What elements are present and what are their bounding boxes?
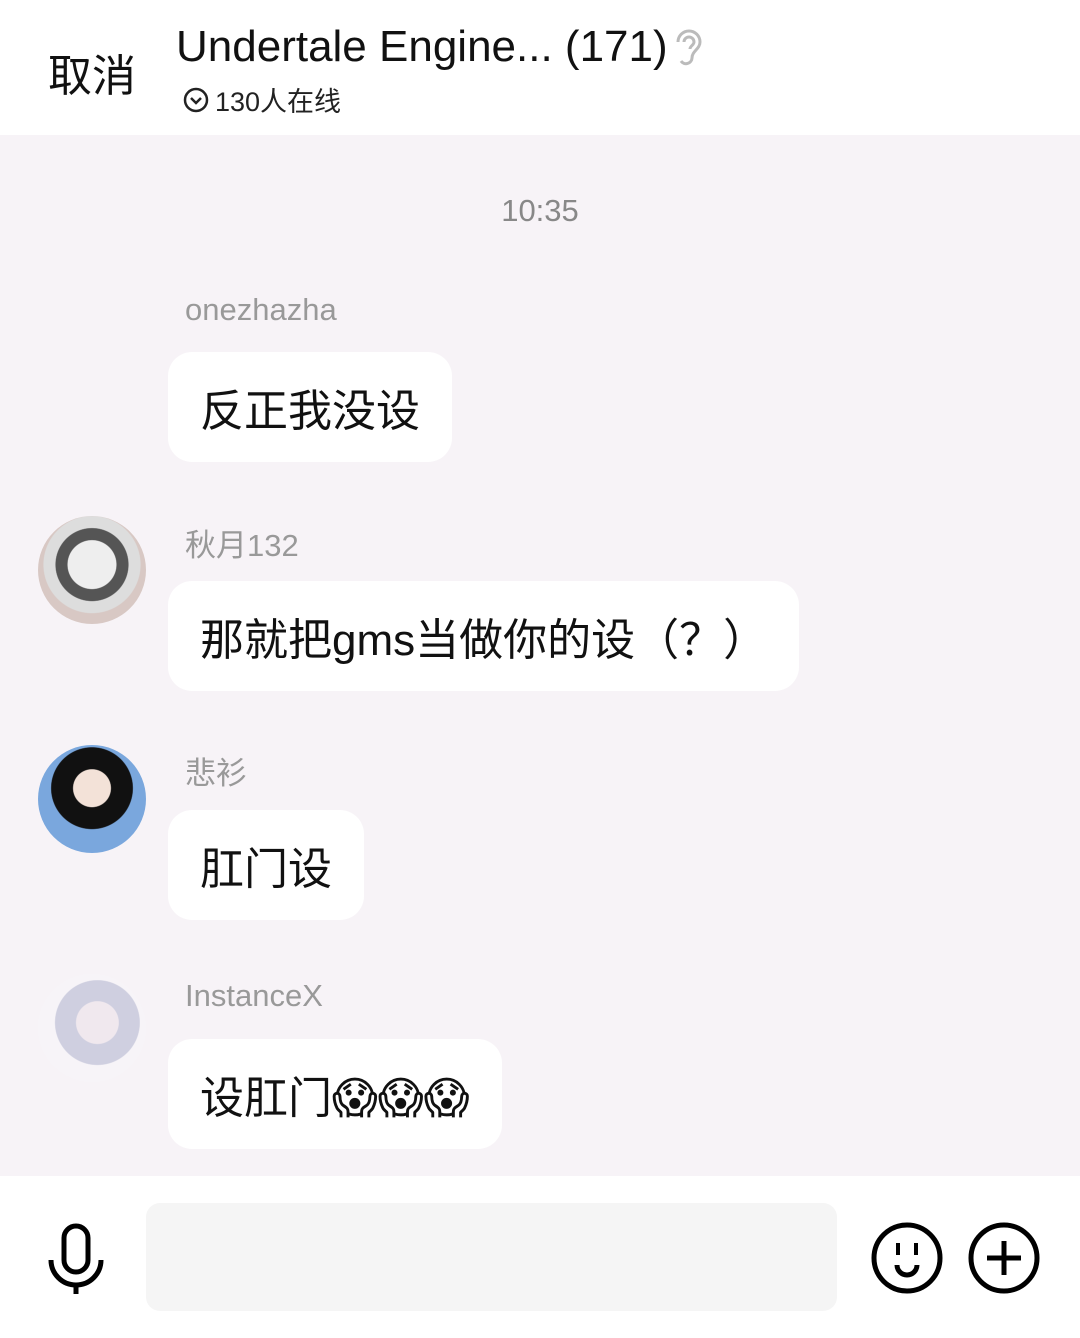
ear-icon[interactable] (670, 26, 706, 68)
timestamp: 10:35 (501, 193, 579, 228)
message-input[interactable] (146, 1203, 837, 1311)
chevron-down-circle-icon (183, 87, 209, 112)
group-title[interactable]: Undertale Engine... (171) (176, 22, 668, 72)
online-count: 130人在线 (215, 87, 342, 117)
message-bubble[interactable]: 设肛门😱😱😱 (168, 1039, 502, 1149)
input-bar (0, 1176, 1080, 1338)
sender-name: 悲衫 (185, 756, 247, 791)
message-bubble[interactable]: 那就把gms当做你的设（？） (168, 581, 800, 691)
sender-name: onezhazha (185, 292, 337, 327)
avatar[interactable] (38, 745, 146, 853)
message-bubble[interactable]: 反正我没设 (168, 352, 452, 462)
avatar[interactable] (38, 516, 146, 624)
microphone-icon[interactable] (46, 1222, 106, 1294)
plus-icon[interactable] (967, 1221, 1041, 1295)
chat-header: 取消 Undertale Engine... (171) 130人在线 (0, 0, 1080, 135)
message-bubble[interactable]: 肛门设 (168, 810, 364, 920)
sender-name: InstanceX (185, 978, 323, 1013)
sender-name: 秋月132 (185, 528, 299, 563)
avatar[interactable] (38, 974, 146, 1082)
emoji-icon[interactable] (870, 1221, 944, 1295)
online-status[interactable]: 130人在线 (183, 80, 341, 119)
cancel-button[interactable]: 取消 (48, 40, 136, 104)
